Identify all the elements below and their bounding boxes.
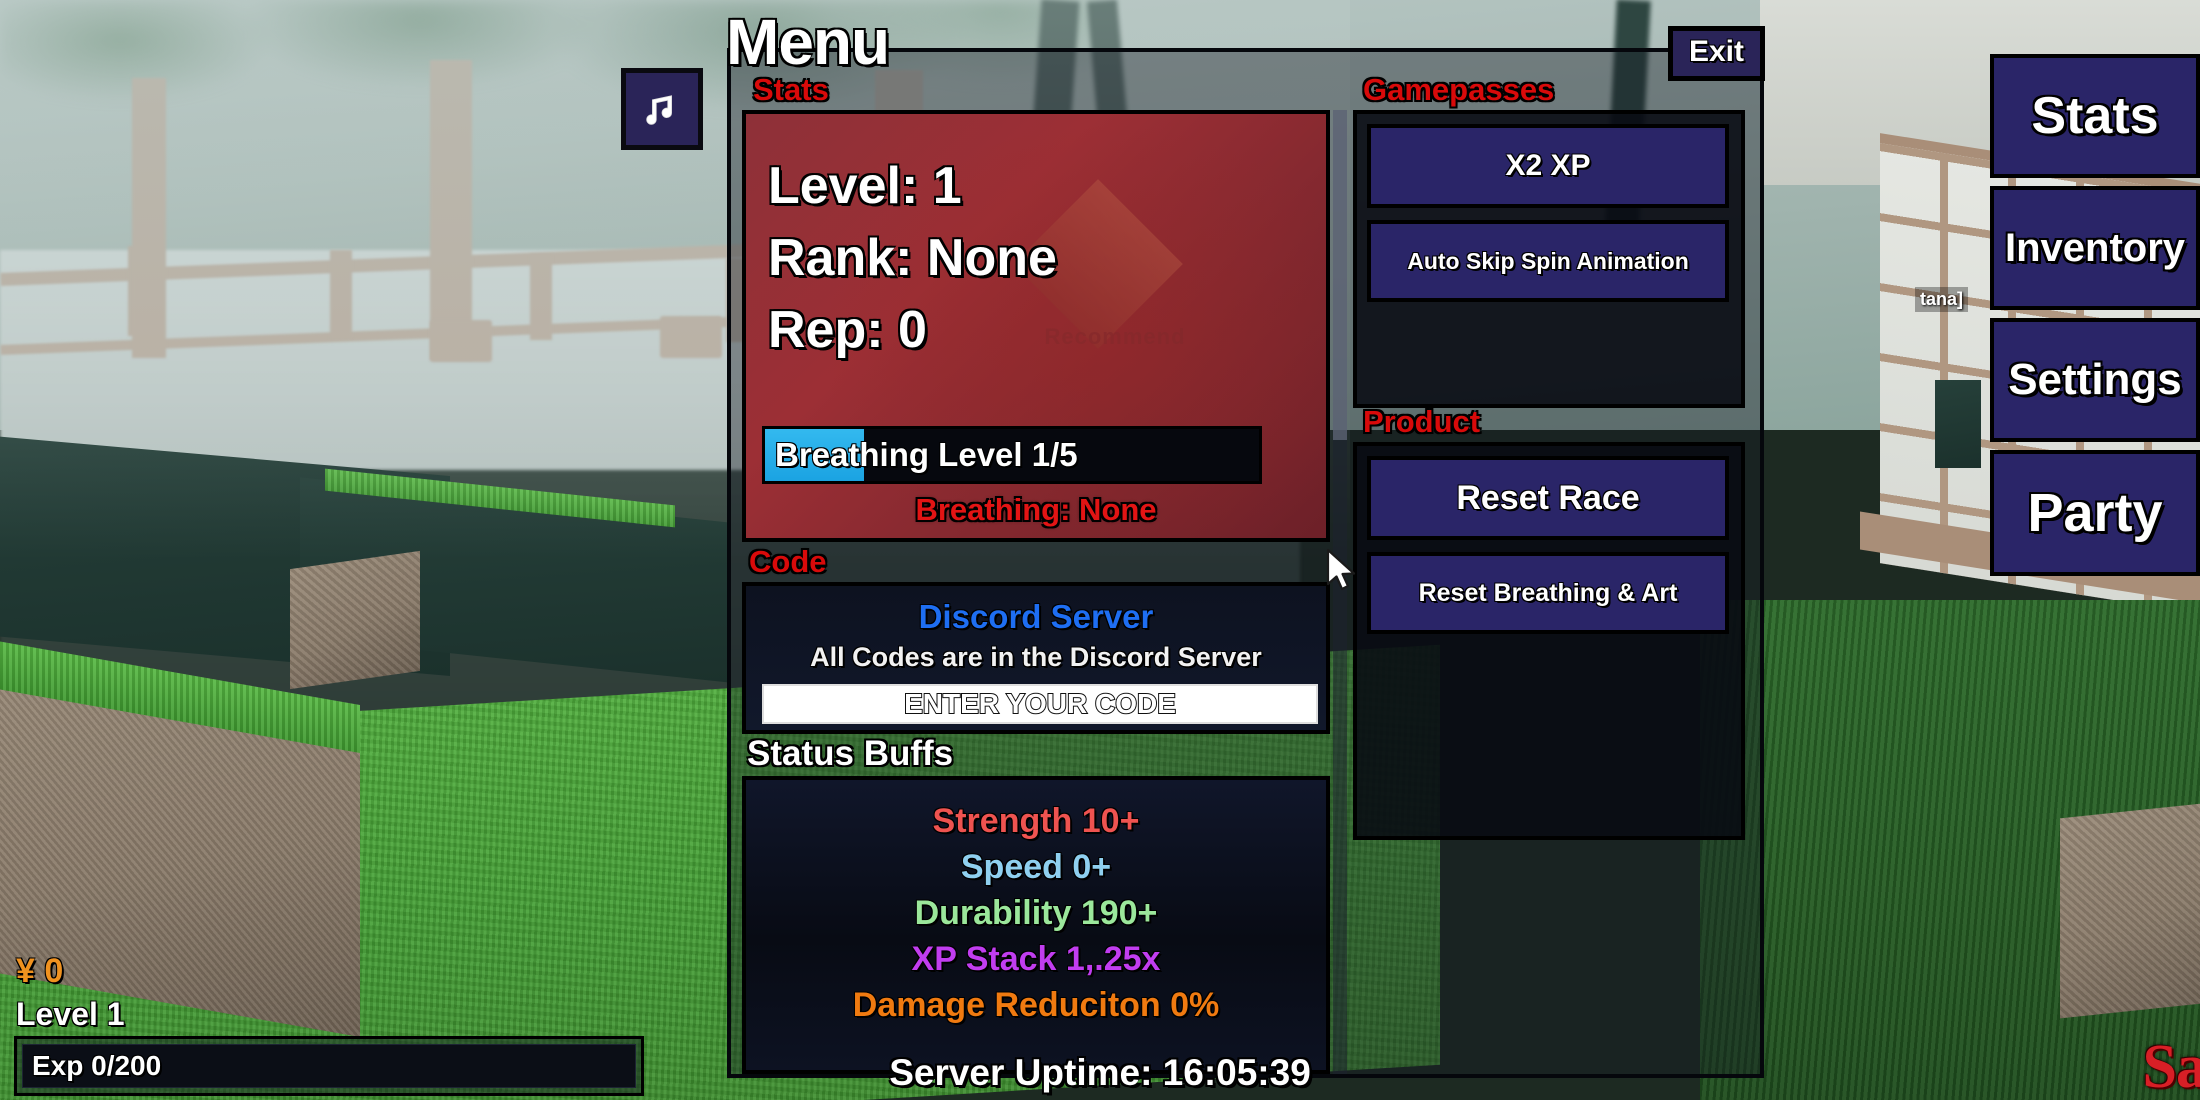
sidebar-item-label: Stats bbox=[2031, 87, 2159, 145]
artwork-watermark: Recommend bbox=[1044, 324, 1186, 349]
product-button-reset-race[interactable]: Reset Race bbox=[1367, 456, 1729, 540]
sidebar-item-stats[interactable]: Stats bbox=[1990, 54, 2200, 178]
breathing-bar-label: Breathing Level 1/5 bbox=[775, 436, 1078, 473]
stat-rep: Rep: 0 bbox=[768, 301, 927, 359]
fence-post bbox=[530, 254, 552, 340]
wood-crate bbox=[2060, 801, 2200, 1019]
music-toggle-button[interactable] bbox=[621, 68, 703, 150]
discord-note: All Codes are in the Discord Server bbox=[810, 642, 1262, 672]
fence-post bbox=[330, 250, 352, 338]
sidebar-item-label: Party bbox=[2027, 483, 2163, 543]
sidebar-item-party[interactable]: Party bbox=[1990, 450, 2200, 576]
sidebar-item-inventory[interactable]: Inventory bbox=[1990, 186, 2200, 310]
breathing-status: Breathing: None bbox=[915, 492, 1157, 527]
stat-rank: Rank: None bbox=[768, 229, 1057, 287]
mouse-cursor bbox=[1326, 548, 1356, 591]
side-navigation: Stats Inventory Settings Party bbox=[1980, 54, 2200, 576]
bucket-prop bbox=[1935, 380, 1981, 468]
torii-pillar bbox=[430, 60, 472, 360]
currency-display: ¥ 0 bbox=[16, 952, 64, 990]
gamepasses-section-label: Gamepasses bbox=[1363, 72, 1555, 107]
rock-block bbox=[290, 550, 420, 690]
exit-button[interactable]: Exit bbox=[1667, 26, 1765, 81]
code-input-placeholder: ENTER YOUR CODE bbox=[903, 687, 1177, 720]
product-section-label: Product bbox=[1363, 404, 1481, 439]
status-buffs-section-label: Status Buffs bbox=[747, 734, 954, 773]
gamepass-button-auto-skip-spin[interactable]: Auto Skip Spin Animation bbox=[1367, 220, 1729, 302]
buff-item: Damage Reduciton 0% bbox=[852, 986, 1220, 1024]
world-item-label: tana] bbox=[1915, 287, 1969, 312]
sidebar-item-settings[interactable]: Settings bbox=[1990, 318, 2200, 442]
stats-section-label: Stats bbox=[753, 72, 829, 107]
stat-level: Level: 1 bbox=[768, 157, 962, 215]
gamepass-button-x2xp[interactable]: X2 XP bbox=[1367, 124, 1729, 208]
sidebar-item-label: Settings bbox=[2008, 355, 2182, 404]
server-uptime-label: Server Uptime: 16:05:39 bbox=[889, 1052, 1311, 1093]
discord-server-link[interactable]: Discord Server bbox=[746, 598, 1326, 636]
hud-level-label: Level 1 bbox=[16, 996, 125, 1032]
torii-base bbox=[430, 320, 492, 362]
stats-panel: Recommend Level: 1 Rank: None Rep: 0 Bre… bbox=[742, 110, 1330, 542]
menu-title: Menu bbox=[726, 6, 890, 78]
sidebar-item-label: Inventory bbox=[2004, 225, 2186, 270]
code-panel: Discord Server All Codes are in the Disc… bbox=[742, 582, 1330, 734]
code-section-label: Code bbox=[749, 544, 827, 579]
breathing-level-bar: Breathing Level 1/5 bbox=[762, 426, 1262, 484]
status-buffs-panel: Strength 10+ Speed 0+ Durability 190+ XP… bbox=[742, 776, 1330, 1074]
menu-scrollbar-thumb[interactable] bbox=[1333, 110, 1347, 440]
product-panel: Reset Race Reset Breathing & Art bbox=[1353, 442, 1745, 840]
torii-base bbox=[660, 316, 722, 358]
product-button-reset-breathing-art[interactable]: Reset Breathing & Art bbox=[1367, 552, 1729, 634]
gamepasses-panel: X2 XP Auto Skip Spin Animation bbox=[1353, 110, 1745, 408]
buff-item: Speed 0+ bbox=[960, 848, 1112, 886]
torii-pillar bbox=[132, 78, 166, 358]
code-input[interactable]: ENTER YOUR CODE bbox=[762, 684, 1318, 724]
menu-window: Menu Exit Stats Recommend Level: 1 Rank:… bbox=[726, 6, 1765, 1078]
music-note-icon bbox=[646, 95, 672, 125]
buff-item: Durability 190+ bbox=[914, 894, 1158, 932]
buff-item: Strength 10+ bbox=[932, 802, 1140, 840]
buff-item: XP Stack 1,.25x bbox=[911, 940, 1161, 978]
